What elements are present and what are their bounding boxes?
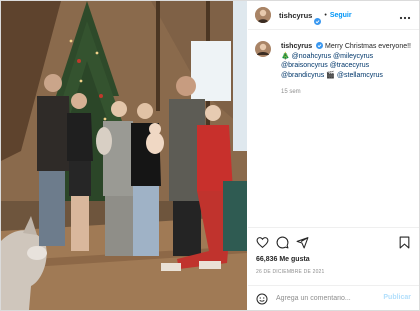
family-christmas-photo xyxy=(1,1,247,310)
caption-time-ago: 15 sem xyxy=(281,89,301,95)
caption-mentions-line2[interactable]: @braisoncyrus @tracecyrus xyxy=(281,62,369,69)
emoji-icon[interactable] xyxy=(256,292,268,305)
post-actions xyxy=(248,227,419,256)
comment-icon[interactable] xyxy=(276,236,289,249)
clapper-emoji: 🎬 xyxy=(326,71,335,79)
separator-dot: • xyxy=(324,11,327,19)
follow-button[interactable]: Seguir xyxy=(330,12,352,19)
likes-count[interactable]: 66,836 Me gusta xyxy=(256,256,310,263)
caption-mentions-line1[interactable]: @noahcyrus @mileycyrus xyxy=(292,53,374,60)
post-side-panel: tishcyrus • Seguir tishcyrus Merry Chris… xyxy=(248,1,419,310)
share-icon[interactable] xyxy=(296,236,309,249)
username[interactable]: tishcyrus xyxy=(279,11,312,20)
caption-username[interactable]: tishcyrus xyxy=(281,43,312,50)
caption-mentions-line3[interactable]: @brandicyrus xyxy=(281,72,324,79)
tree-emoji: 🎄 xyxy=(281,52,290,60)
post-header: tishcyrus • Seguir xyxy=(248,1,419,30)
bookmark-icon[interactable] xyxy=(398,236,411,249)
caption-verified-badge-icon xyxy=(316,42,324,49)
post-photo[interactable] xyxy=(1,1,247,310)
instagram-post-frame: tishcyrus • Seguir tishcyrus Merry Chris… xyxy=(0,0,420,311)
caption-avatar[interactable] xyxy=(255,41,271,61)
comment-bar: Publicar xyxy=(248,285,419,310)
publish-button[interactable]: Publicar xyxy=(383,294,411,301)
caption-message: Merry Christmas everyone!! xyxy=(325,43,411,50)
caption-mentions-line3b[interactable]: @stellamcyrus xyxy=(337,72,383,79)
post-date: 26 DE DICIEMBRE DE 2021 xyxy=(256,269,325,275)
comment-input[interactable] xyxy=(276,292,376,304)
heart-icon[interactable] xyxy=(256,236,269,249)
avatar-image xyxy=(255,7,271,23)
caption-text: tishcyrus Merry Christmas everyone!! 🎄 @… xyxy=(281,42,419,80)
avatar[interactable] xyxy=(255,7,271,23)
more-options-icon[interactable] xyxy=(399,10,411,20)
verified-badge-icon xyxy=(314,12,322,25)
